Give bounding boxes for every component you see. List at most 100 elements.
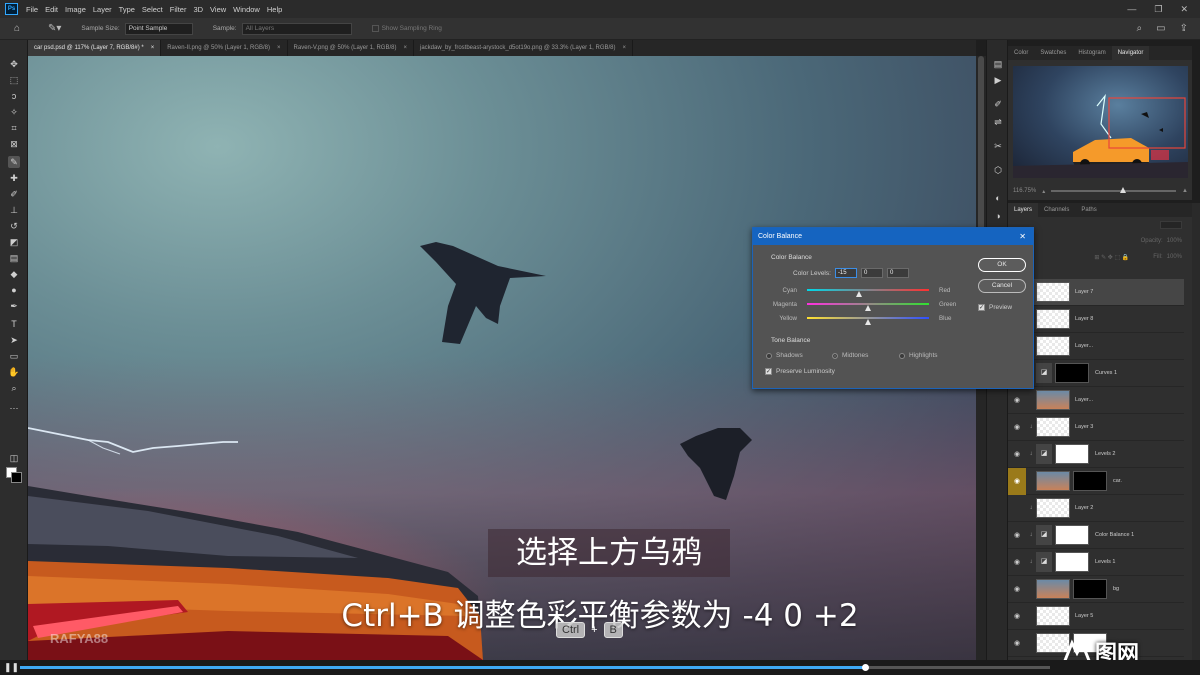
visibility-eye-icon[interactable]: ◉ bbox=[1008, 450, 1026, 458]
history-icon[interactable]: ▤ bbox=[992, 58, 1004, 70]
quick-mask-icon[interactable]: ◫ bbox=[8, 452, 20, 464]
layer-kind-filter[interactable] bbox=[1160, 221, 1182, 229]
layer-mask-thumbnail[interactable] bbox=[1055, 525, 1089, 545]
slider-track[interactable] bbox=[807, 289, 929, 291]
layer-mask-thumbnail[interactable] bbox=[1055, 363, 1089, 383]
progress-handle[interactable] bbox=[861, 664, 869, 671]
layer-mask-thumbnail[interactable] bbox=[1055, 552, 1089, 572]
visibility-eye-icon[interactable]: ◉ bbox=[1008, 396, 1026, 404]
shape-tool-icon[interactable]: ▭ bbox=[8, 350, 20, 362]
layer-name[interactable]: Layer 5 bbox=[1075, 613, 1093, 619]
adjustment-layer-icon[interactable]: ◪ bbox=[1036, 525, 1052, 545]
gradient-tool-icon[interactable]: ▤ bbox=[8, 252, 20, 264]
tab-raven-ii[interactable]: Raven-II.png @ 50% (Layer 1, RGB/8) × bbox=[161, 40, 288, 56]
tab-close-icon[interactable]: × bbox=[277, 40, 281, 56]
tab-close-icon[interactable]: × bbox=[403, 40, 407, 56]
sample-size-select[interactable]: Point Sample bbox=[124, 22, 193, 35]
color-level-3-input[interactable]: 0 bbox=[886, 268, 909, 278]
layer-row[interactable]: ◉ Layer... bbox=[1008, 387, 1184, 414]
minimize-button[interactable]: — bbox=[1127, 4, 1136, 15]
layer-name[interactable]: Layer 7 bbox=[1075, 289, 1093, 295]
menu-help[interactable]: Help bbox=[267, 5, 282, 14]
layer-row[interactable]: Layer... bbox=[1008, 333, 1184, 360]
layer-mask-thumbnail[interactable] bbox=[1073, 471, 1107, 491]
layer-mask-thumbnail[interactable] bbox=[1055, 444, 1089, 464]
tab-color[interactable]: Color bbox=[1008, 46, 1034, 60]
layer-row[interactable]: ↓ Layer 2 bbox=[1008, 495, 1184, 522]
layer-row[interactable]: ◉ ↓ ◪ Color Balance 1 bbox=[1008, 522, 1184, 549]
menu-window[interactable]: Window bbox=[233, 5, 260, 14]
menu-image[interactable]: Image bbox=[65, 5, 86, 14]
blur-tool-icon[interactable]: ◆ bbox=[8, 268, 20, 280]
visibility-eye-icon[interactable]: ◉ bbox=[1008, 639, 1026, 647]
eyedropper-icon[interactable]: ✎ bbox=[8, 156, 20, 168]
hand-tool-icon[interactable]: ✋ bbox=[8, 366, 20, 378]
tab-jackdaw[interactable]: jackdaw_by_frostbeast-arystock_d5ot19o.p… bbox=[414, 40, 634, 56]
history-brush-icon[interactable]: ↺ bbox=[8, 220, 20, 232]
color-level-2-input[interactable]: 0 bbox=[860, 268, 883, 278]
tab-layers[interactable]: Layers bbox=[1008, 203, 1039, 217]
layer-name[interactable]: car. bbox=[1113, 478, 1122, 484]
tab-raven-v[interactable]: Raven-V.png @ 50% (Layer 1, RGB/8) × bbox=[288, 40, 414, 56]
visibility-eye-icon[interactable]: ◉ bbox=[1008, 612, 1026, 620]
layer-name[interactable]: Layer 8 bbox=[1075, 316, 1093, 322]
layer-thumbnail[interactable] bbox=[1036, 498, 1070, 518]
adjustments-icon[interactable]: ⇌ bbox=[992, 116, 1004, 128]
pen-tool-icon[interactable]: ✒ bbox=[8, 300, 20, 312]
layer-name[interactable]: Color Balance 1 bbox=[1095, 532, 1134, 538]
layer-thumbnail[interactable] bbox=[1036, 471, 1070, 491]
menu-filter[interactable]: Filter bbox=[170, 5, 187, 14]
tab-close-icon[interactable]: × bbox=[623, 40, 627, 56]
midtones-radio[interactable]: Midtones bbox=[832, 352, 868, 359]
lock-icons[interactable]: ⊞ ✎ ✥ ⬚ 🔒 bbox=[1094, 254, 1129, 261]
layer-name[interactable]: Layer 2 bbox=[1075, 505, 1093, 511]
visibility-eye-icon[interactable]: ◉ bbox=[1008, 467, 1026, 495]
zoom-out-icon[interactable]: ▴ bbox=[1042, 188, 1045, 195]
menu-view[interactable]: View bbox=[210, 5, 226, 14]
adjustment-layer-icon[interactable]: ◪ bbox=[1036, 552, 1052, 572]
opacity-value[interactable]: 100% bbox=[1167, 238, 1182, 244]
menu-layer[interactable]: Layer bbox=[93, 5, 112, 14]
dialog-titlebar[interactable]: Color Balance ✕ bbox=[753, 228, 1033, 245]
actions-icon[interactable]: ▶ bbox=[992, 74, 1004, 86]
maximize-button[interactable]: ❐ bbox=[1154, 4, 1162, 15]
adjustment-layer-icon[interactable]: ◪ bbox=[1036, 444, 1052, 464]
layers-scrollbar[interactable] bbox=[1192, 203, 1200, 660]
type-tool-icon[interactable]: T bbox=[8, 318, 20, 330]
slider-knob-cyan-red[interactable] bbox=[855, 291, 862, 297]
properties-icon[interactable]: ◐ bbox=[992, 192, 1004, 204]
layer-row[interactable]: ◉ ↓ ◪ Levels 2 bbox=[1008, 441, 1184, 468]
tab-paths[interactable]: Paths bbox=[1075, 203, 1102, 217]
healing-brush-icon[interactable]: ✚ bbox=[8, 172, 20, 184]
layer-row[interactable]: ↓◪Curves 1 bbox=[1008, 360, 1184, 387]
more-tools-icon[interactable]: ⋯ bbox=[8, 402, 20, 414]
frame-tool-icon[interactable]: ⊠ bbox=[8, 138, 20, 150]
layer-row[interactable]: ◉ ↓ Layer 3 bbox=[1008, 414, 1184, 441]
yellow-blue-slider[interactable]: Yellow Blue bbox=[761, 315, 961, 325]
slider-knob-magenta-green[interactable] bbox=[865, 305, 871, 311]
layer-mask-thumbnail[interactable] bbox=[1073, 579, 1107, 599]
layer-thumbnail[interactable] bbox=[1036, 579, 1070, 599]
layer-name[interactable]: Levels 2 bbox=[1095, 451, 1116, 457]
layer-row[interactable]: ◉ ↓ ◪ Levels 1 bbox=[1008, 549, 1184, 576]
tab-channels[interactable]: Channels bbox=[1038, 203, 1075, 217]
layer-name[interactable]: Curves 1 bbox=[1095, 370, 1117, 376]
tools-icon[interactable]: ✂ bbox=[992, 140, 1004, 152]
preview-checkbox[interactable]: ✓ Preview bbox=[978, 304, 1012, 311]
layer-name[interactable]: Layer 3 bbox=[1075, 424, 1093, 430]
visibility-eye-icon[interactable]: ◉ bbox=[1008, 423, 1026, 431]
brush-settings-icon[interactable]: ✐ bbox=[992, 98, 1004, 110]
highlights-radio[interactable]: Highlights bbox=[899, 352, 938, 359]
visibility-eye-icon[interactable]: ◉ bbox=[1008, 531, 1026, 539]
clone-stamp-icon[interactable]: ⊥ bbox=[8, 204, 20, 216]
navigator-thumbnail[interactable] bbox=[1013, 66, 1188, 178]
cancel-button[interactable]: Cancel bbox=[978, 279, 1026, 293]
ok-button[interactable]: OK bbox=[978, 258, 1026, 272]
menu-type[interactable]: Type bbox=[119, 5, 135, 14]
visibility-eye-icon[interactable]: ◉ bbox=[1008, 558, 1026, 566]
brush-tool-icon[interactable]: ✐ bbox=[8, 188, 20, 200]
layer-name[interactable]: Layer... bbox=[1075, 343, 1093, 349]
share-icon[interactable]: ⇪ bbox=[1180, 23, 1188, 34]
home-icon[interactable]: ⌂ bbox=[14, 23, 26, 35]
layer-thumbnail[interactable] bbox=[1036, 282, 1070, 302]
